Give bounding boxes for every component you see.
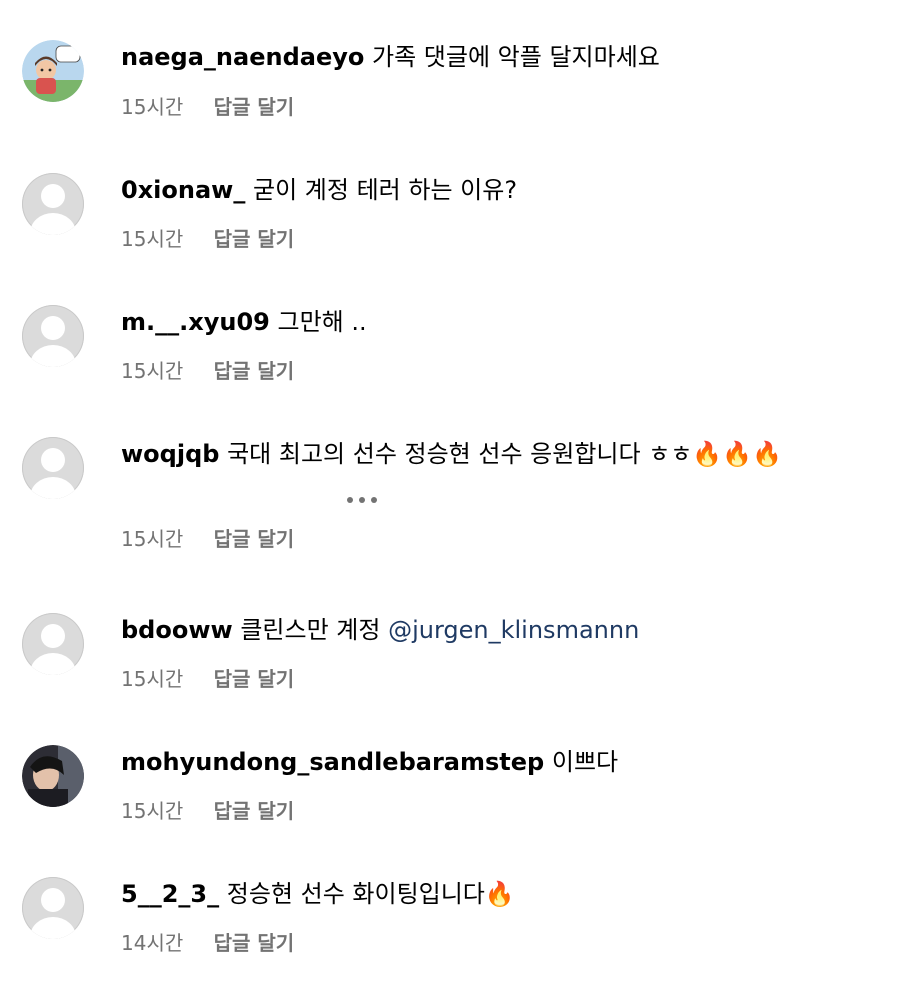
comment-username[interactable]: m.__.xyu09	[121, 308, 270, 336]
comment-body: 그만해 ..	[277, 308, 367, 336]
comment-text-line: woqjqb 국대 최고의 선수 정승현 선수 응원합니다 ㅎㅎ🔥🔥🔥	[121, 439, 782, 469]
comment-timestamp[interactable]: 15시간	[121, 666, 183, 692]
comment-meta: 15시간 답글 달기	[121, 94, 294, 120]
avatar-photo-icon	[22, 745, 84, 807]
reply-button[interactable]: 답글 달기	[214, 798, 295, 824]
more-options-ellipsis-icon[interactable]	[345, 495, 379, 505]
comment-text-line: 5__2_3_ 정승현 선수 화이팅입니다🔥	[121, 879, 515, 909]
comment-text-line: 0xionaw_ 굳이 계정 테러 하는 이유?	[121, 175, 517, 205]
comment-body: 국대 최고의 선수 정승현 선수 응원합니다 ㅎㅎ🔥🔥🔥	[227, 440, 783, 468]
comment-body: 가족 댓글에 악플 달지마세요	[372, 43, 660, 71]
default-avatar-head-icon	[41, 624, 65, 648]
comment-timestamp[interactable]: 15시간	[121, 526, 183, 552]
comment-meta: 15시간 답글 달기	[121, 526, 294, 552]
avatar[interactable]	[22, 613, 84, 675]
comment-username[interactable]: mohyundong_sandlebaramstep	[121, 748, 544, 776]
comment-text-line: naega_naendaeyo 가족 댓글에 악플 달지마세요	[121, 42, 660, 72]
reply-button[interactable]: 답글 달기	[214, 358, 295, 384]
avatar[interactable]	[22, 877, 84, 939]
avatar[interactable]	[22, 40, 84, 102]
avatar-photo-icon	[22, 40, 84, 102]
comment-timestamp[interactable]: 15시간	[121, 94, 183, 120]
comment-body: 정승현 선수 화이팅입니다🔥	[226, 880, 515, 908]
default-avatar-head-icon	[41, 316, 65, 340]
comment-text-line: m.__.xyu09 그만해 ..	[121, 307, 367, 337]
avatar[interactable]	[22, 305, 84, 367]
comment-username[interactable]: 5__2_3_	[121, 880, 219, 908]
comment-text-line: mohyundong_sandlebaramstep 이쁘다	[121, 747, 618, 777]
comment-timestamp[interactable]: 15시간	[121, 358, 183, 384]
comment-meta: 15시간 답글 달기	[121, 358, 294, 384]
comment-timestamp[interactable]: 15시간	[121, 798, 183, 824]
comment-username[interactable]: 0xionaw_	[121, 176, 245, 204]
reply-button[interactable]: 답글 달기	[214, 94, 295, 120]
default-avatar-body-icon	[30, 477, 76, 499]
default-avatar-head-icon	[41, 448, 65, 472]
comment-timestamp[interactable]: 14시간	[121, 930, 183, 956]
comment-meta: 15시간 답글 달기	[121, 226, 294, 252]
avatar[interactable]	[22, 173, 84, 235]
avatar[interactable]	[22, 745, 84, 807]
reply-button[interactable]: 답글 달기	[214, 526, 295, 552]
comment-body: 굳이 계정 테러 하는 이유?	[253, 176, 518, 204]
reply-button[interactable]: 답글 달기	[214, 226, 295, 252]
default-avatar-head-icon	[41, 184, 65, 208]
comment-body: 이쁘다	[551, 748, 619, 776]
comment-meta: 15시간 답글 달기	[121, 666, 294, 692]
default-avatar-body-icon	[30, 653, 76, 675]
avatar[interactable]	[22, 437, 84, 499]
comment-text-line: bdooww 클린스만 계정 @jurgen_klinsmannn	[121, 615, 639, 645]
comment-body: 클린스만 계정	[240, 616, 381, 644]
default-avatar-body-icon	[30, 213, 76, 235]
comment-meta: 14시간 답글 달기	[121, 930, 294, 956]
comment-username[interactable]: woqjqb	[121, 440, 219, 468]
reply-button[interactable]: 답글 달기	[214, 666, 295, 692]
default-avatar-head-icon	[41, 888, 65, 912]
default-avatar-body-icon	[30, 345, 76, 367]
comment-timestamp[interactable]: 15시간	[121, 226, 183, 252]
comment-username[interactable]: naega_naendaeyo	[121, 43, 364, 71]
mention-link[interactable]: @jurgen_klinsmannn	[388, 616, 639, 644]
reply-button[interactable]: 답글 달기	[214, 930, 295, 956]
comment-meta: 15시간 답글 달기	[121, 798, 294, 824]
comment-username[interactable]: bdooww	[121, 616, 233, 644]
default-avatar-body-icon	[30, 917, 76, 939]
